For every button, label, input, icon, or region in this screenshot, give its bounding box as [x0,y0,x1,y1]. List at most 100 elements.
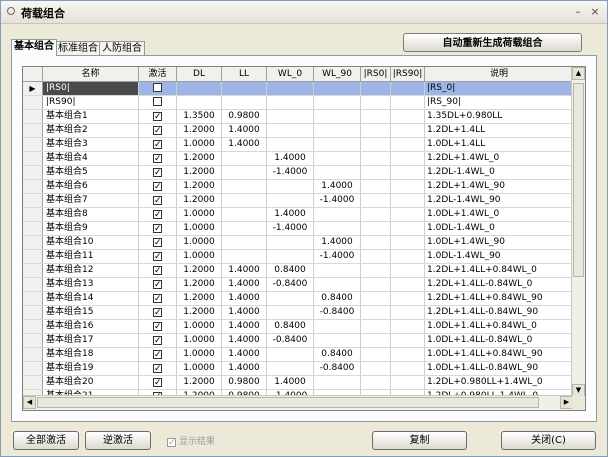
copy-button[interactable]: 复制 [372,431,467,450]
vertical-scroll-thumb[interactable] [573,83,584,277]
active-checkbox[interactable]: ✓ [153,252,162,262]
cell-dl[interactable]: 1.0000 [177,362,222,375]
cell-name[interactable]: 基本组合20 [43,376,139,389]
cell-rs0[interactable] [361,264,391,277]
activate-all-button[interactable]: 全部激活 [13,431,79,450]
column-header-name[interactable]: 名称 [43,67,139,81]
column-header-rs0[interactable]: |RS0| [361,67,391,81]
table-row[interactable]: 基本组合8 ✓ 1.0000 1.4000 1.0DL+1.4WL_0 [23,208,574,222]
cell-dl[interactable]: 1.0000 [177,334,222,347]
cell-name[interactable]: 基本组合17 [43,334,139,347]
cell-rs0[interactable] [361,236,391,249]
cell-rs0[interactable] [361,222,391,235]
row-selector[interactable] [23,334,43,347]
cell-rs90[interactable] [391,194,425,207]
row-selector[interactable] [23,96,43,109]
cell-rs0[interactable] [361,362,391,375]
column-header-description[interactable]: 说明 [425,67,574,81]
cell-wl0[interactable] [267,306,314,319]
table-row[interactable]: 基本组合14 ✓ 1.2000 1.4000 0.8400 1.2DL+1.4LL+0.8… [23,292,574,306]
table-row[interactable]: 基本组合12 ✓ 1.2000 1.4000 0.8400 1.2DL+1.4LL+0.8… [23,264,574,278]
cell-ll[interactable] [222,180,267,193]
active-checkbox[interactable]: ✓ [153,112,162,122]
cell-description[interactable]: 1.2DL+1.4WL_90 [425,180,574,193]
active-checkbox[interactable]: ✓ [153,266,162,276]
cell-ll[interactable] [222,222,267,235]
scroll-up-icon[interactable]: ▲ [572,67,585,80]
cell-ll[interactable]: 1.4000 [222,124,267,137]
active-checkbox[interactable]: ✓ [153,182,162,192]
cell-name[interactable]: 基本组合14 [43,292,139,305]
cell-active[interactable]: ✓ [139,320,177,333]
cell-wl0[interactable]: 1.4000 [267,208,314,221]
cell-dl[interactable]: 1.0000 [177,250,222,263]
cell-rs90[interactable] [391,180,425,193]
cell-wl0[interactable] [267,82,314,95]
cell-description[interactable]: 1.0DL+1.4LL-0.84WL_0 [425,334,574,347]
cell-description[interactable]: 1.2DL+1.4LL+0.84WL_0 [425,264,574,277]
cell-rs90[interactable] [391,152,425,165]
cell-rs90[interactable] [391,208,425,221]
cell-rs0[interactable] [361,110,391,123]
row-selector[interactable] [23,124,43,137]
cell-rs90[interactable] [391,236,425,249]
cell-wl90[interactable] [314,96,361,109]
cell-wl0[interactable]: -1.4000 [267,166,314,179]
table-row[interactable]: ▶ |RS0| |RS_0| [23,82,574,96]
cell-active[interactable]: ✓ [139,278,177,291]
table-row[interactable]: 基本组合20 ✓ 1.2000 0.9800 1.4000 1.2DL+0.980LL+1… [23,376,574,390]
cell-dl[interactable] [177,96,222,109]
cell-wl90[interactable]: -1.4000 [314,250,361,263]
cell-active[interactable]: ✓ [139,180,177,193]
cell-wl90[interactable]: -1.4000 [314,194,361,207]
cell-ll[interactable] [222,152,267,165]
cell-description[interactable]: 1.0DL+1.4LL+0.84WL_0 [425,320,574,333]
cell-name[interactable]: 基本组合9 [43,222,139,235]
cell-description[interactable]: 1.2DL+1.4LL+0.84WL_90 [425,292,574,305]
active-checkbox[interactable]: ✓ [153,294,162,304]
cell-name[interactable]: 基本组合18 [43,348,139,361]
active-checkbox[interactable]: ✓ [153,210,162,220]
row-selector[interactable] [23,208,43,221]
tab-basic-combination[interactable]: 基本组合 [11,39,57,56]
cell-name[interactable]: 基本组合6 [43,180,139,193]
cell-rs90[interactable] [391,166,425,179]
cell-wl0[interactable] [267,96,314,109]
cell-dl[interactable]: 1.2000 [177,376,222,389]
active-checkbox[interactable]: ✓ [153,364,162,374]
cell-rs90[interactable] [391,96,425,109]
cell-ll[interactable]: 0.9800 [222,376,267,389]
row-selector[interactable] [23,306,43,319]
table-row[interactable]: 基本组合4 ✓ 1.2000 1.4000 1.2DL+1.4WL_0 [23,152,574,166]
cell-rs0[interactable] [361,152,391,165]
row-selector[interactable] [23,264,43,277]
cell-description[interactable]: 1.0DL+1.4LL-0.84WL_90 [425,362,574,375]
cell-rs0[interactable] [361,180,391,193]
cell-ll[interactable]: 1.4000 [222,138,267,151]
column-header-rs90[interactable]: |RS90| [391,67,425,81]
cell-active[interactable]: ✓ [139,306,177,319]
cell-description[interactable]: 1.35DL+0.980LL [425,110,574,123]
cell-active[interactable]: ✓ [139,376,177,389]
cell-rs0[interactable] [361,194,391,207]
close-icon[interactable]: × [588,5,602,19]
row-selector[interactable] [23,362,43,375]
cell-wl0[interactable]: -1.4000 [267,222,314,235]
cell-dl[interactable]: 1.0000 [177,208,222,221]
cell-ll[interactable]: 1.4000 [222,334,267,347]
cell-wl0[interactable] [267,194,314,207]
cell-name[interactable]: 基本组合3 [43,138,139,151]
cell-rs90[interactable] [391,250,425,263]
cell-wl90[interactable] [314,152,361,165]
cell-dl[interactable]: 1.2000 [177,278,222,291]
cell-wl0[interactable] [267,292,314,305]
row-selector[interactable] [23,180,43,193]
cell-wl90[interactable]: 0.8400 [314,292,361,305]
cell-wl90[interactable] [314,208,361,221]
cell-dl[interactable]: 1.2000 [177,194,222,207]
cell-rs90[interactable] [391,376,425,389]
cell-description[interactable]: 1.2DL+1.4LL [425,124,574,137]
cell-ll[interactable] [222,194,267,207]
cell-ll[interactable] [222,236,267,249]
column-header-selector[interactable] [23,67,43,81]
